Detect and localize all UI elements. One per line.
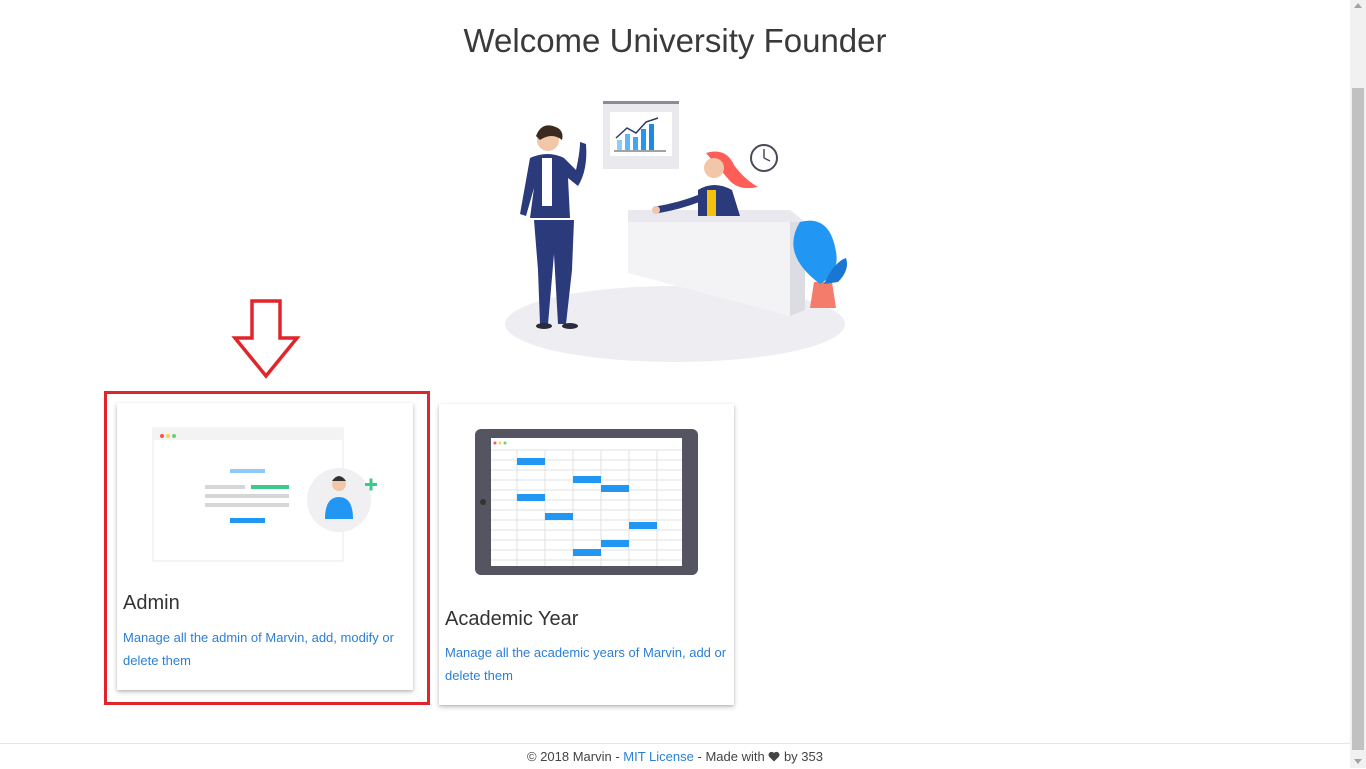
footer-copyright: © 2018 Marvin - <box>527 749 620 764</box>
footer: © 2018 Marvin - MIT License - Made with … <box>0 743 1350 769</box>
card-description-link[interactable]: Manage all the academic years of Marvin,… <box>445 641 728 687</box>
page-title: Welcome University Founder <box>463 22 887 59</box>
scroll-down-arrow-icon[interactable] <box>1354 759 1362 764</box>
scroll-up-arrow-icon[interactable] <box>1354 3 1362 8</box>
scrollbar-thumb[interactable] <box>1352 88 1364 750</box>
footer-by: by 353 <box>783 749 823 764</box>
footer-made-with: - Made with <box>697 749 765 764</box>
down-arrow-icon <box>231 299 301 379</box>
mit-license-link[interactable]: MIT License <box>623 749 694 764</box>
office-reception-illustration <box>505 101 847 362</box>
calendar-tablet-illustration <box>475 429 698 575</box>
academic-year-card[interactable]: Academic Year Manage all the academic ye… <box>439 404 734 705</box>
heart-icon <box>768 751 780 762</box>
page: Welcome University Founder Admin Manage … <box>0 0 1350 768</box>
card-title: Academic Year <box>445 608 579 630</box>
highlight-box <box>104 391 430 705</box>
